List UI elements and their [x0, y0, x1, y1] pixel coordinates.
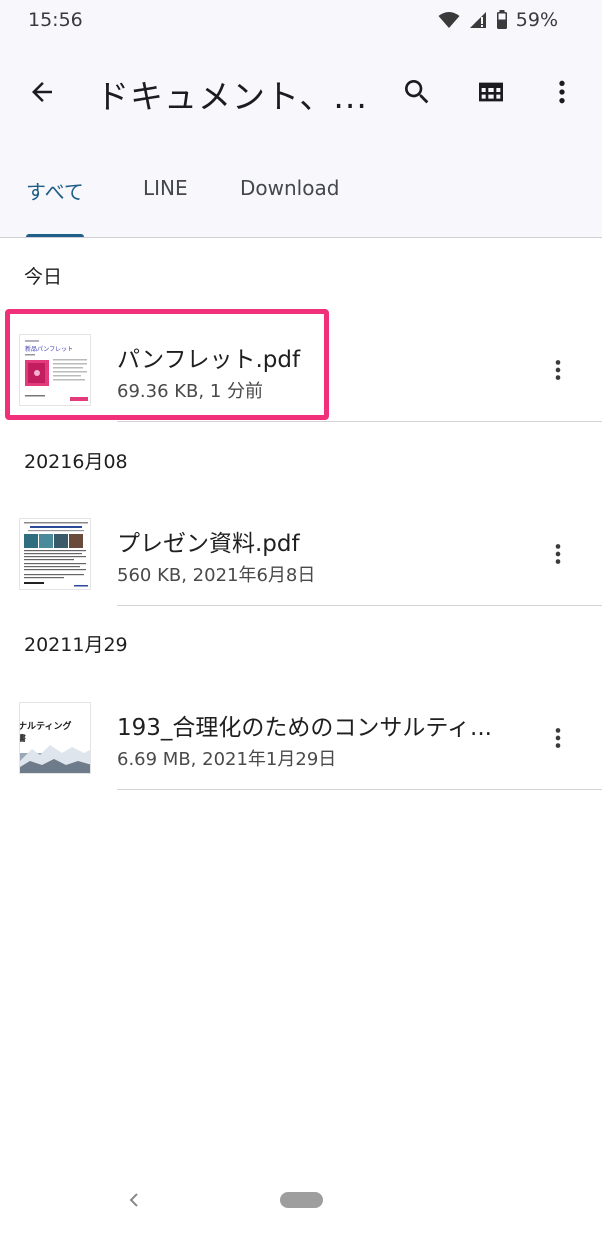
chevron-left-icon	[129, 1193, 138, 1207]
file-name: 193_合理化のためのコンサルティ...	[117, 715, 492, 741]
overflow-menu-button[interactable]	[538, 68, 586, 116]
file-row-consulting[interactable]: ナルティング 書 193_合理化のためのコンサルティ... 6.69 MB, 2…	[0, 680, 602, 790]
file-thumbnail: ナルティング 書	[19, 702, 91, 774]
tab-label: すべて	[26, 180, 84, 204]
file-more-button[interactable]	[534, 346, 582, 394]
app-bar: ドキュメント、...	[0, 56, 602, 128]
section-header-today: 今日	[24, 266, 63, 288]
row-divider	[117, 421, 602, 422]
back-button[interactable]	[18, 68, 66, 116]
file-row-pamphlet[interactable]: 新品パンフレット パンフレット.pdf 69.36 KB, 1 分前	[0, 312, 602, 422]
more-vert-icon	[555, 728, 561, 748]
file-meta: 69.36 KB, 1 分前	[117, 381, 264, 402]
thumbnail-text: 書	[20, 733, 26, 743]
page-title: ドキュメント、...	[96, 77, 368, 116]
home-handle[interactable]	[280, 1192, 323, 1208]
back-arrow-icon	[32, 82, 52, 102]
file-thumbnail: 新品パンフレット	[19, 334, 91, 406]
cell-signal-icon	[469, 12, 486, 28]
grid-view-button[interactable]	[467, 68, 515, 116]
search-button[interactable]	[393, 68, 441, 116]
grid-view-icon	[479, 82, 503, 102]
tab-download[interactable]: Download	[240, 164, 350, 238]
tab-label: Download	[240, 176, 340, 200]
file-name: パンフレット.pdf	[117, 347, 301, 373]
file-more-button[interactable]	[534, 530, 582, 578]
more-vert-icon	[559, 80, 565, 104]
battery-icon	[496, 10, 507, 29]
source-tabs: すべて LINE Download	[0, 164, 602, 238]
section-header-date: 20211月29	[24, 634, 128, 656]
tab-line[interactable]: LINE	[143, 164, 193, 238]
thumbnail-text: ナルティング	[20, 720, 71, 732]
file-meta: 560 KB, 2021年6月8日	[117, 565, 316, 586]
consulting-thumbnail-image: ナルティング 書	[20, 703, 90, 773]
search-icon	[405, 80, 429, 104]
battery-percent: 59%	[515, 9, 558, 31]
file-name: プレゼン資料.pdf	[117, 531, 300, 557]
file-row-presentation[interactable]: プレゼン資料.pdf 560 KB, 2021年6月8日	[0, 496, 602, 606]
wifi-icon	[438, 12, 460, 28]
presentation-thumbnail-image	[20, 519, 90, 589]
row-divider	[117, 605, 602, 606]
more-vert-icon	[555, 360, 561, 380]
tabs-divider	[0, 237, 602, 238]
pamphlet-thumbnail-image: 新品パンフレット	[20, 335, 90, 405]
tab-label: LINE	[143, 176, 188, 200]
status-bar: 15:56 59%	[0, 0, 602, 44]
status-time: 15:56	[28, 9, 83, 31]
section-header-date: 20216月08	[24, 451, 128, 473]
status-icons: 59%	[438, 9, 558, 31]
tab-all[interactable]: すべて	[26, 164, 86, 238]
nav-back-button[interactable]	[118, 1184, 150, 1216]
system-nav-bar	[0, 1170, 602, 1237]
row-divider	[117, 789, 602, 790]
file-thumbnail	[19, 518, 91, 590]
more-vert-icon	[555, 544, 561, 564]
thumbnail-text: 新品パンフレット	[25, 345, 73, 353]
file-meta: 6.69 MB, 2021年1月29日	[117, 749, 337, 770]
file-more-button[interactable]	[534, 714, 582, 762]
